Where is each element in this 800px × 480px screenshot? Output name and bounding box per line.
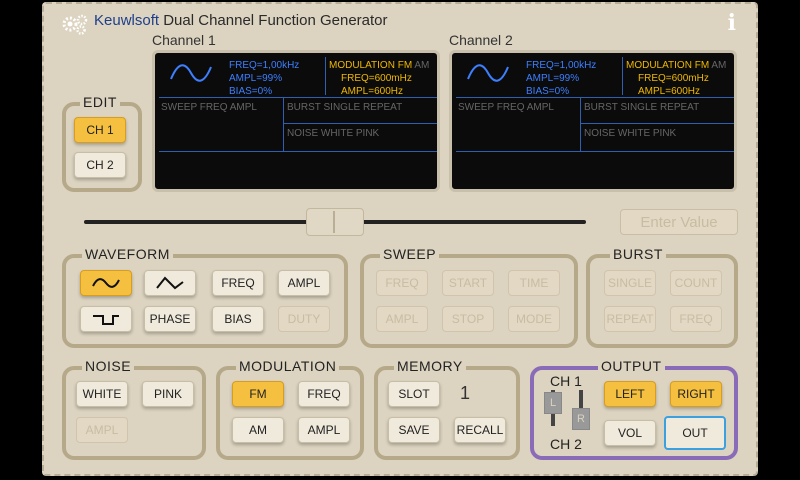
screen-divider bbox=[456, 97, 734, 98]
sweep-start-button[interactable]: START bbox=[442, 270, 494, 296]
waveform-group bbox=[62, 254, 348, 348]
screen-divider bbox=[325, 57, 326, 95]
sine-wave-icon bbox=[170, 64, 212, 82]
noise-white-button[interactable]: WHITE bbox=[76, 381, 128, 407]
modulation-ampl-button[interactable]: AMPL bbox=[298, 417, 350, 443]
ch1-noise-status: NOISE WHITE PINK bbox=[287, 128, 380, 139]
ch1-mod-freq: FREQ=600mHz bbox=[341, 73, 412, 84]
ch2-ampl: AMPL=99% bbox=[526, 73, 580, 84]
screen-divider bbox=[283, 123, 437, 124]
modulation-fm-button[interactable]: FM bbox=[232, 381, 284, 407]
memory-slot-button[interactable]: SLOT bbox=[388, 381, 440, 407]
triangle-wave-icon bbox=[156, 276, 184, 290]
channel-2-label: Channel 2 bbox=[449, 32, 513, 48]
ch2-mod-freq: FREQ=600mHz bbox=[638, 73, 709, 84]
sweep-ampl-button[interactable]: AMPL bbox=[376, 306, 428, 332]
modulation-freq-button[interactable]: FREQ bbox=[298, 381, 350, 407]
channel-1-label: Channel 1 bbox=[152, 32, 216, 48]
sweep-group bbox=[360, 254, 578, 348]
edit-ch1-button[interactable]: CH 1 bbox=[74, 117, 126, 143]
burst-single-button[interactable]: SINGLE bbox=[604, 270, 656, 296]
output-ch2-label: CH 2 bbox=[550, 436, 582, 452]
waveform-phase-button[interactable]: PHASE bbox=[144, 306, 196, 332]
waveform-ampl-button[interactable]: AMPL bbox=[278, 270, 330, 296]
value-slider-thumb[interactable] bbox=[306, 208, 364, 236]
output-right-button[interactable]: RIGHT bbox=[670, 381, 722, 407]
info-icon[interactable]: i bbox=[728, 10, 736, 36]
memory-slot-value: 1 bbox=[460, 383, 471, 403]
waveform-bias-button[interactable]: BIAS bbox=[212, 306, 264, 332]
app-title: Keuwlsoft Dual Channel Function Generato… bbox=[94, 12, 388, 29]
sine-wave-icon bbox=[467, 64, 509, 82]
ch2-sweep-status: SWEEP FREQ AMPL bbox=[458, 102, 554, 113]
settings-gear-icon[interactable] bbox=[60, 12, 90, 36]
ch1-freq: FREQ=1,00kHz bbox=[229, 60, 300, 71]
square-wave-button[interactable] bbox=[80, 306, 132, 332]
modulation-am-button[interactable]: AM bbox=[232, 417, 284, 443]
output-group-label: OUTPUT bbox=[598, 358, 665, 374]
noise-group-label: NOISE bbox=[82, 358, 135, 374]
sine-wave-icon bbox=[92, 278, 120, 288]
burst-count-button[interactable]: COUNT bbox=[670, 270, 722, 296]
screen-divider bbox=[456, 151, 734, 152]
output-ch1-label: CH 1 bbox=[550, 373, 582, 389]
right-channel-toggle[interactable]: R bbox=[572, 408, 590, 430]
ch1-burst-status: BURST SINGLE REPEAT bbox=[287, 102, 403, 113]
ch2-noise-status: NOISE WHITE PINK bbox=[584, 128, 677, 139]
edit-group bbox=[62, 102, 142, 192]
output-vol-button[interactable]: VOL bbox=[604, 420, 656, 446]
channel-1-display[interactable]: FREQ=1,00kHz AMPL=99% BIAS=0% MODULATION… bbox=[152, 50, 440, 192]
noise-pink-button[interactable]: PINK bbox=[142, 381, 194, 407]
sweep-freq-button[interactable]: FREQ bbox=[376, 270, 428, 296]
burst-group bbox=[586, 254, 738, 348]
burst-group-label: BURST bbox=[610, 246, 666, 262]
screen-divider bbox=[580, 123, 734, 124]
screen-divider bbox=[283, 97, 284, 151]
ch2-freq: FREQ=1,00kHz bbox=[526, 60, 597, 71]
waveform-group-label: WAVEFORM bbox=[82, 246, 173, 262]
sweep-mode-button[interactable]: MODE bbox=[508, 306, 560, 332]
waveform-duty-button[interactable]: DUTY bbox=[278, 306, 330, 332]
screen-divider bbox=[159, 97, 437, 98]
ch2-burst-status: BURST SINGLE REPEAT bbox=[584, 102, 700, 113]
memory-group-label: MEMORY bbox=[394, 358, 466, 374]
app-name: Dual Channel Function Generator bbox=[163, 12, 388, 29]
memory-save-button[interactable]: SAVE bbox=[388, 417, 440, 443]
sweep-time-button[interactable]: TIME bbox=[508, 270, 560, 296]
sweep-group-label: SWEEP bbox=[380, 246, 440, 262]
sine-wave-button[interactable] bbox=[80, 270, 132, 296]
output-out-button[interactable]: OUT bbox=[664, 416, 726, 450]
ch1-mod-title: MODULATION FM AM bbox=[329, 60, 430, 71]
left-channel-toggle[interactable]: L bbox=[544, 392, 562, 414]
square-wave-icon bbox=[93, 315, 119, 325]
modulation-group-label: MODULATION bbox=[236, 358, 340, 374]
edit-group-label: EDIT bbox=[80, 94, 120, 110]
screen-divider bbox=[159, 151, 437, 152]
channel-2-display[interactable]: FREQ=1,00kHz AMPL=99% BIAS=0% MODULATION… bbox=[449, 50, 737, 192]
enter-value-field[interactable]: Enter Value bbox=[620, 209, 738, 235]
ch2-mod-title: MODULATION FM AM bbox=[626, 60, 727, 71]
screen-divider bbox=[580, 97, 581, 151]
ch1-sweep-status: SWEEP FREQ AMPL bbox=[161, 102, 257, 113]
burst-freq-button[interactable]: FREQ bbox=[670, 306, 722, 332]
noise-ampl-button[interactable]: AMPL bbox=[76, 417, 128, 443]
triangle-wave-button[interactable] bbox=[144, 270, 196, 296]
ch1-ampl: AMPL=99% bbox=[229, 73, 283, 84]
sweep-stop-button[interactable]: STOP bbox=[442, 306, 494, 332]
output-left-button[interactable]: LEFT bbox=[604, 381, 656, 407]
screen-divider bbox=[622, 57, 623, 95]
burst-repeat-button[interactable]: REPEAT bbox=[604, 306, 656, 332]
waveform-freq-button[interactable]: FREQ bbox=[212, 270, 264, 296]
edit-ch2-button[interactable]: CH 2 bbox=[74, 152, 126, 178]
memory-recall-button[interactable]: RECALL bbox=[454, 417, 506, 443]
company-name: Keuwlsoft bbox=[94, 12, 160, 29]
